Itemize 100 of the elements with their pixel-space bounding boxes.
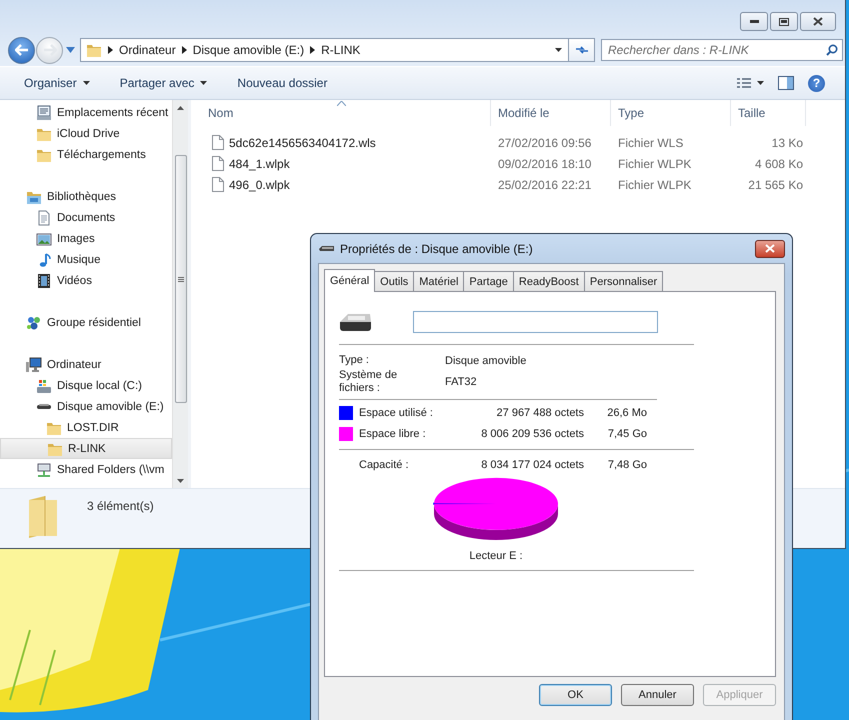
tab[interactable]: Général [324,269,376,292]
file-name[interactable]: 484_1.wlpk [229,156,290,170]
file-name[interactable]: 5dc62e1456563404172.wls [229,136,376,150]
column-header[interactable]: Modifié le [491,100,611,126]
tab[interactable]: Personnaliser [584,271,664,291]
drive-caption: Lecteur E : [469,550,523,562]
sidebar-item[interactable]: iCloud Drive [0,123,172,144]
grip-icon [178,276,184,282]
column-header[interactable]: Nom [191,100,491,126]
refresh-button[interactable] [569,38,595,62]
view-options-button[interactable] [737,78,764,88]
minimize-button[interactable] [740,12,768,31]
dialog-title: Propriétés de : Disque amovible (E:) [340,242,533,256]
drive-icon [319,244,335,252]
drive-icon [338,312,373,332]
preview-pane-icon[interactable] [778,76,794,90]
dialog-button[interactable]: OK [539,684,612,706]
toolbar-button[interactable]: Nouveau dossier [227,73,338,93]
minimize-icon [750,20,758,23]
help-button[interactable]: ? [808,74,825,92]
up-arrow-icon[interactable] [177,106,184,110]
sidebar-item[interactable]: Disque local (C:) [0,375,172,396]
field-label: Système de fichiers : [339,369,398,395]
down-arrow-icon[interactable] [177,478,184,482]
tab[interactable]: Matériel [413,271,464,291]
scrollbar-thumb[interactable] [174,155,186,403]
item-count: 3 élément(s) [87,499,154,515]
toolbar-button[interactable]: Partager avec [110,73,218,93]
address-bar[interactable]: Ordinateur Disque amovible (E:) R-LINK [80,38,569,62]
computer-icon [26,356,42,372]
field-value: FAT32 [445,376,478,388]
sidebar-item[interactable]: LOST.DIR [0,417,172,438]
tab[interactable]: Outils [374,271,414,291]
file-icon [212,156,224,171]
table-cell-text: Fichier WLPK [617,178,692,192]
chevron-icon[interactable] [182,46,187,54]
close-icon [765,244,775,253]
scrollbar[interactable] [172,100,188,488]
hard-drive-icon [36,378,52,394]
document-icon [36,210,52,226]
input-field[interactable] [413,311,658,333]
byte-count: 27 967 488 octets [496,407,584,419]
network-icon [26,314,42,330]
byte-count: 8 034 177 024 octets [480,459,584,471]
sidebar-item[interactable]: Téléchargements [0,144,172,165]
breadcrumb[interactable]: R-LINK [321,43,360,57]
sidebar-item[interactable]: Shared Folders (\\vm [0,459,172,480]
table-cell-text: Fichier WLPK [617,156,692,170]
sidebar-item[interactable]: Musique [0,249,172,270]
back-button[interactable] [8,36,35,64]
dropdown-icon[interactable] [555,48,562,52]
dialog-button: Appliquer [703,684,776,706]
chevron-icon[interactable] [108,46,113,54]
sidebar-item[interactable]: Groupe résidentiel [0,312,172,333]
caret-icon[interactable] [66,47,75,53]
sidebar-item[interactable]: Bibliothèques [0,186,172,207]
search-icon [826,44,838,56]
picture-icon [36,230,52,246]
film-icon [36,272,52,288]
size-value: 7,45 Go [606,428,647,440]
field-value: Disque amovible [445,354,528,366]
byte-count: 8 006 209 536 octets [480,428,584,440]
sidebar-item[interactable]: Ordinateur [0,354,172,375]
caret-icon [200,81,208,85]
sidebar-item[interactable]: Vidéos [0,270,172,291]
left-arrow-icon [14,44,28,56]
chevron-icon[interactable] [310,46,316,54]
restore-icon [779,18,789,26]
sidebar-item[interactable]: Images [0,228,172,249]
drive-icon [37,404,51,409]
sidebar-item[interactable]: Emplacements récent [0,102,172,123]
caret-icon [757,81,764,85]
folder-icon [86,42,102,58]
sidebar-item[interactable]: Disque amovible (E:) [0,396,172,417]
tab[interactable]: ReadyBoost [512,271,585,291]
breadcrumb[interactable]: Ordinateur [119,43,176,57]
close-button[interactable] [800,12,836,31]
file-icon [212,177,224,192]
recent-places-icon [36,104,52,120]
table-cell-text: 21 565 Ko [747,178,804,192]
dialog-button[interactable]: Annuler [621,684,694,706]
column-header[interactable]: Taille [731,100,806,126]
close-button[interactable] [755,240,785,258]
space-label: Espace libre : [359,428,427,440]
network-drive-icon [36,462,52,478]
table-cell-text: 13 Ko [770,136,804,150]
table-cell-text: Fichier WLS [617,136,684,150]
close-icon [813,17,823,26]
search-field[interactable]: Rechercher dans : R-LINK [601,39,843,61]
space-label: Espace utilisé : [359,407,434,419]
size-value: 7,48 Go [606,459,647,471]
toolbar-button[interactable]: Organiser [14,73,100,93]
sidebar-item[interactable]: Documents [0,207,172,228]
breadcrumb[interactable]: Disque amovible (E:) [192,43,304,57]
maximize-button[interactable] [770,12,798,31]
sidebar-item[interactable]: R-LINK [0,438,172,459]
tab[interactable]: Partage [463,271,514,291]
column-header[interactable]: Type [611,100,731,126]
right-arrow-icon [42,44,56,56]
file-name[interactable]: 496_0.wlpk [229,178,290,192]
